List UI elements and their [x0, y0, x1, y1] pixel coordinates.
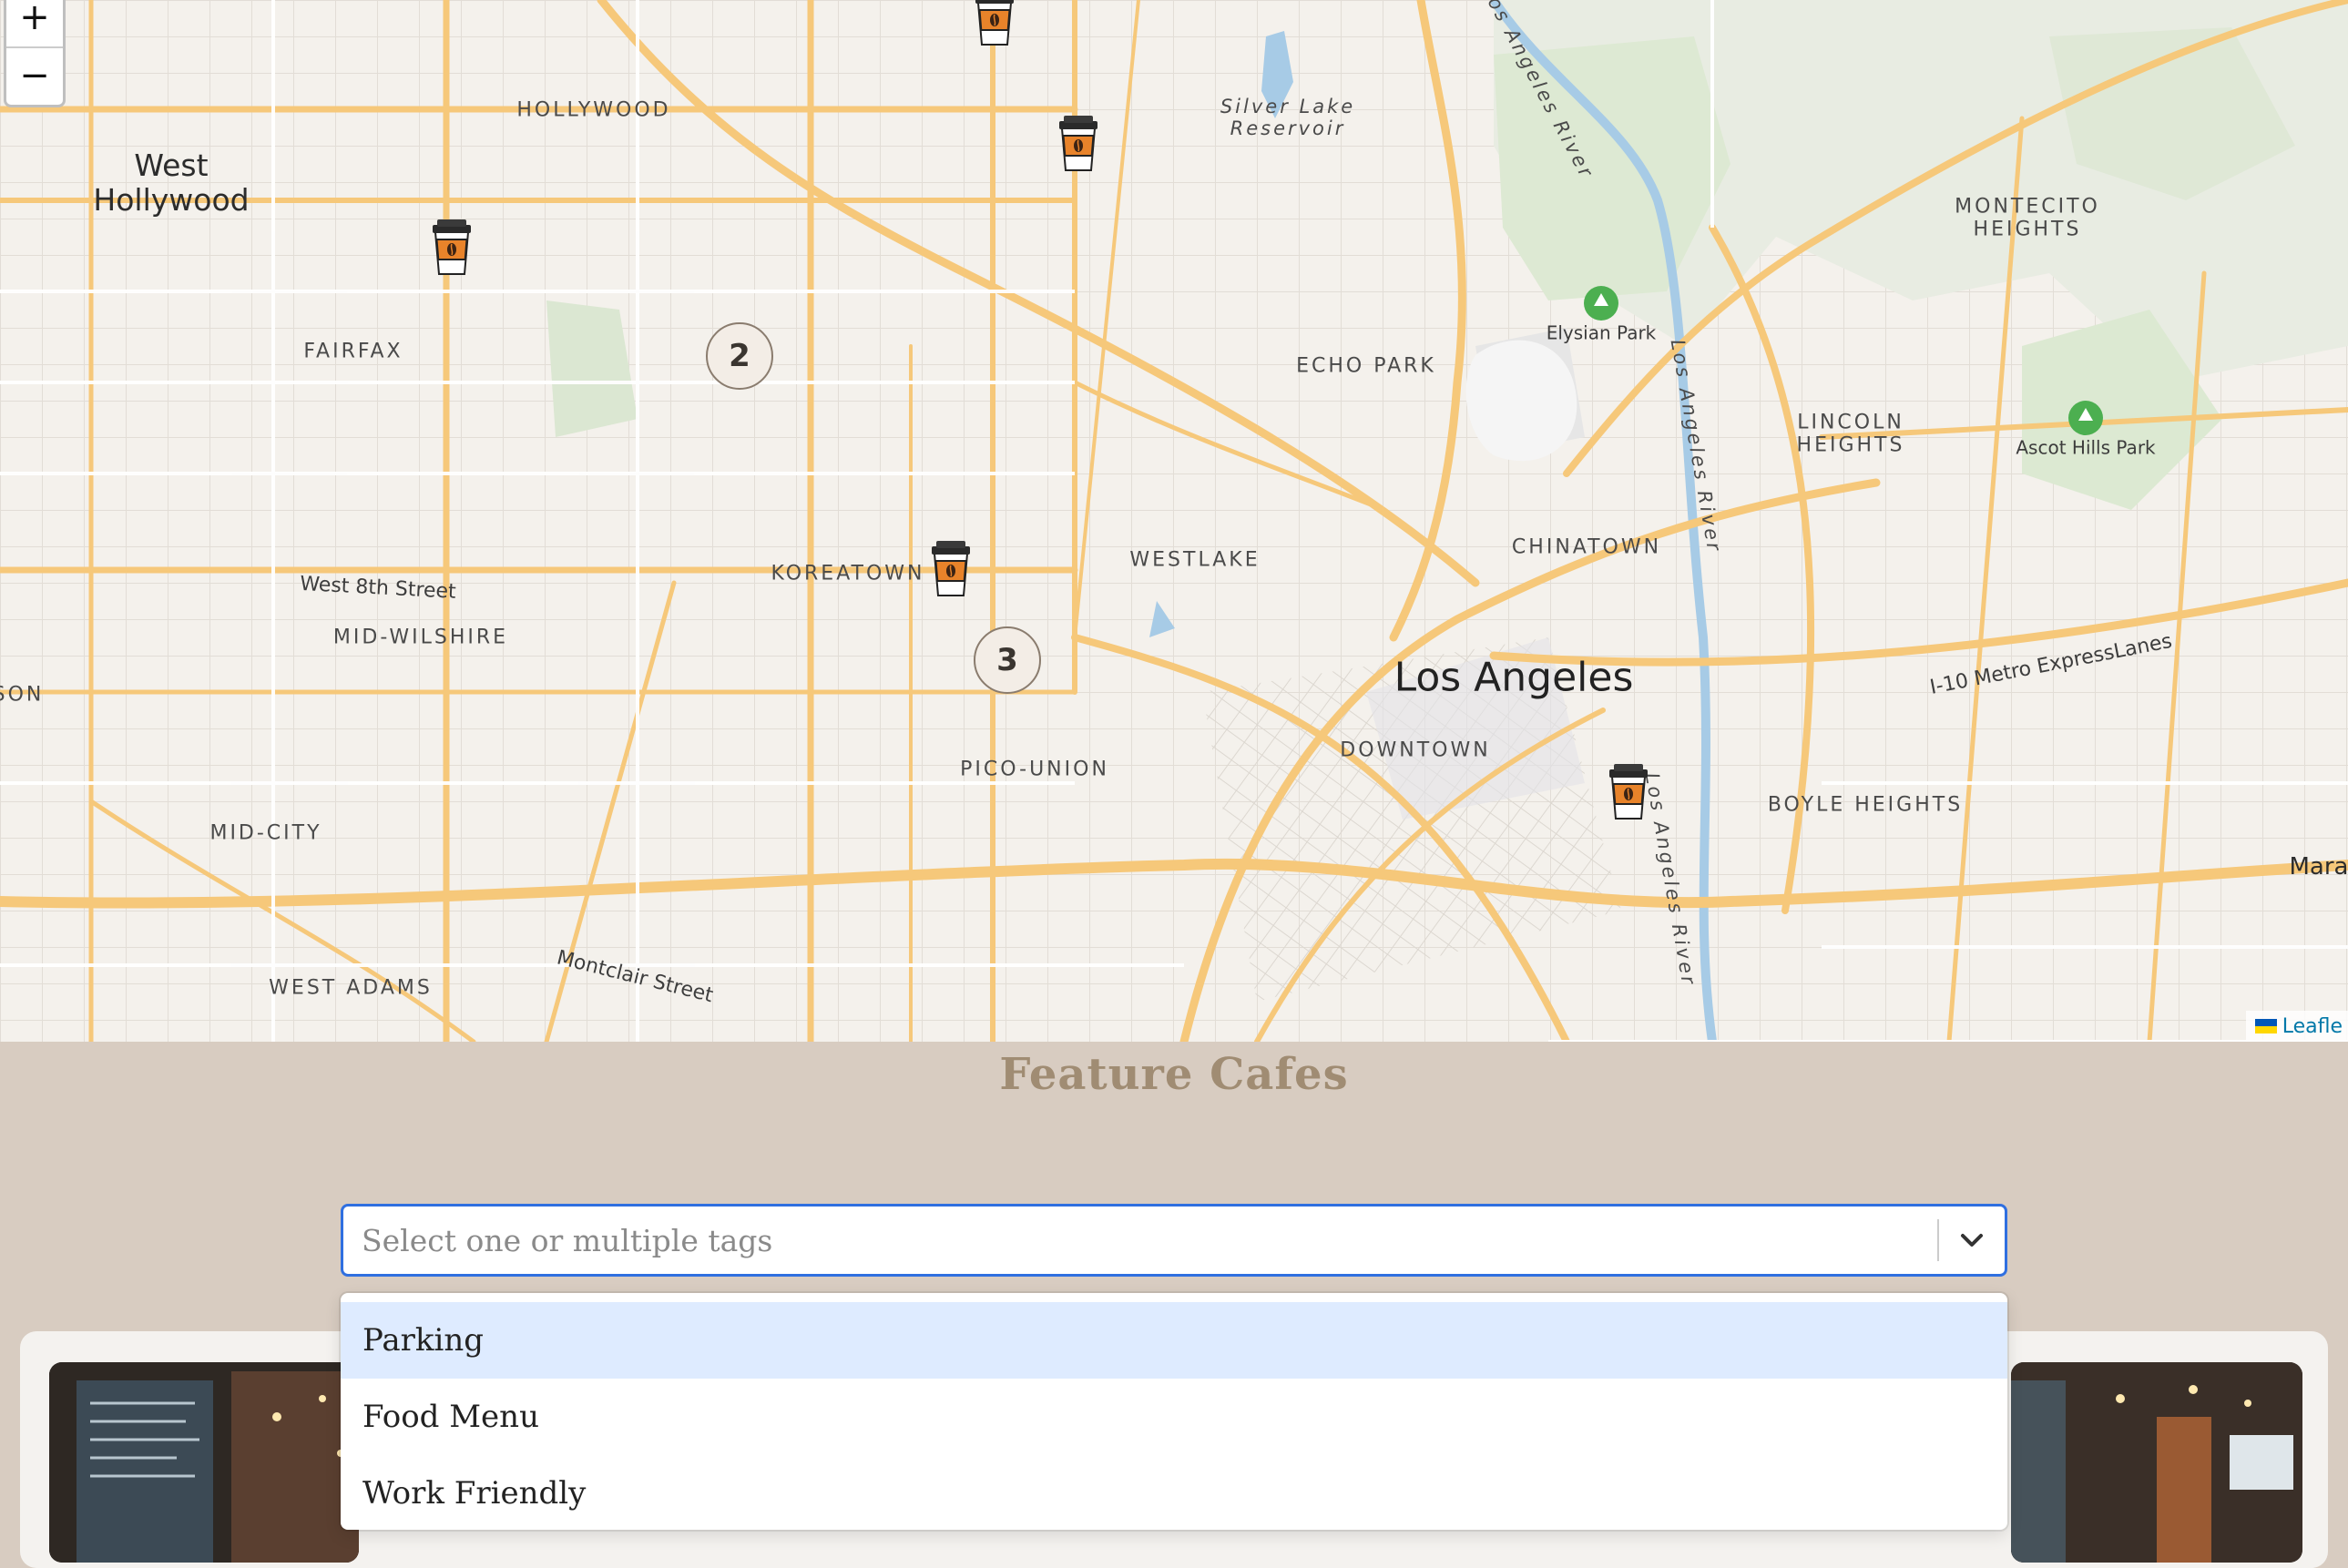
label-pico-union: PICO-UNION	[960, 758, 1109, 780]
map-attribution: Leafle	[2246, 1011, 2348, 1042]
marker-cluster[interactable]: 3	[974, 626, 1041, 694]
label-boyle-heights: BOYLE HEIGHTS	[1768, 793, 1963, 816]
map-tiles	[0, 0, 2348, 1042]
cafe-interior-image	[2011, 1362, 2302, 1563]
label-koreatown: KOREATOWN	[771, 562, 924, 585]
label-ascot-hills-park: Ascot Hills Park	[2016, 438, 2155, 459]
label-mid-city: MID-CITY	[209, 821, 322, 844]
cafe-photo[interactable]	[2011, 1362, 2302, 1563]
label-montecito-heights: MONTECITO HEIGHTS	[1955, 196, 2100, 242]
label-hollywood: HOLLYWOOD	[516, 98, 670, 121]
marker-cluster[interactable]: 2	[706, 322, 773, 390]
label-downtown: DOWNTOWN	[1340, 738, 1490, 761]
option-parking[interactable]: Parking	[341, 1302, 2007, 1379]
cafe-interior-image	[49, 1362, 359, 1563]
attribution-link[interactable]: Leafle	[2282, 1015, 2343, 1038]
label-elysian-park: Elysian Park	[1547, 323, 1657, 344]
label-westlake: WESTLAKE	[1129, 548, 1260, 571]
coffee-cup-marker-icon[interactable]	[428, 218, 475, 278]
cafe-photo[interactable]	[49, 1362, 359, 1563]
label-echo-park: ECHO PARK	[1296, 354, 1436, 377]
label-los-angeles: Los Angeles	[1394, 656, 1634, 702]
tags-select[interactable]	[341, 1204, 2007, 1277]
section-title: Feature Cafes	[0, 1049, 2348, 1100]
tags-search-input[interactable]	[343, 1206, 1937, 1275]
zoom-control: + −	[4, 0, 66, 107]
zoom-in-button[interactable]: +	[6, 0, 63, 46]
ukraine-flag-icon	[2255, 1019, 2277, 1033]
chevron-down-icon[interactable]	[1939, 1207, 2005, 1274]
coffee-cup-marker-icon[interactable]	[1055, 114, 1102, 174]
coffee-cup-marker-icon[interactable]	[971, 0, 1018, 48]
label-chinatown: CHINATOWN	[1512, 535, 1661, 558]
zoom-out-button[interactable]: −	[6, 46, 63, 105]
label-mara-fragment: Mara	[2290, 854, 2348, 881]
label-silver-lake-reservoir: Silver Lake Reservoir	[1220, 96, 1355, 139]
option-food-menu[interactable]: Food Menu	[341, 1379, 2007, 1455]
label-lincoln-heights: LINCOLN HEIGHTS	[1797, 412, 1905, 458]
coffee-cup-marker-icon[interactable]	[1605, 762, 1652, 822]
option-work-friendly[interactable]: Work Friendly	[341, 1455, 2007, 1530]
tags-dropdown-menu: Parking Food Menu Work Friendly	[341, 1293, 2007, 1530]
cafe-map[interactable]: HOLLYWOOD West Hollywood Silver Lake Res…	[0, 0, 2348, 1042]
label-son-fragment: SON	[0, 683, 44, 706]
label-west-hollywood: West Hollywood	[93, 148, 249, 218]
label-mid-wilshire: MID-WILSHIRE	[333, 626, 508, 648]
label-fairfax: FAIRFAX	[303, 340, 403, 362]
label-west-adams: WEST ADAMS	[269, 976, 433, 999]
coffee-cup-marker-icon[interactable]	[927, 539, 975, 599]
